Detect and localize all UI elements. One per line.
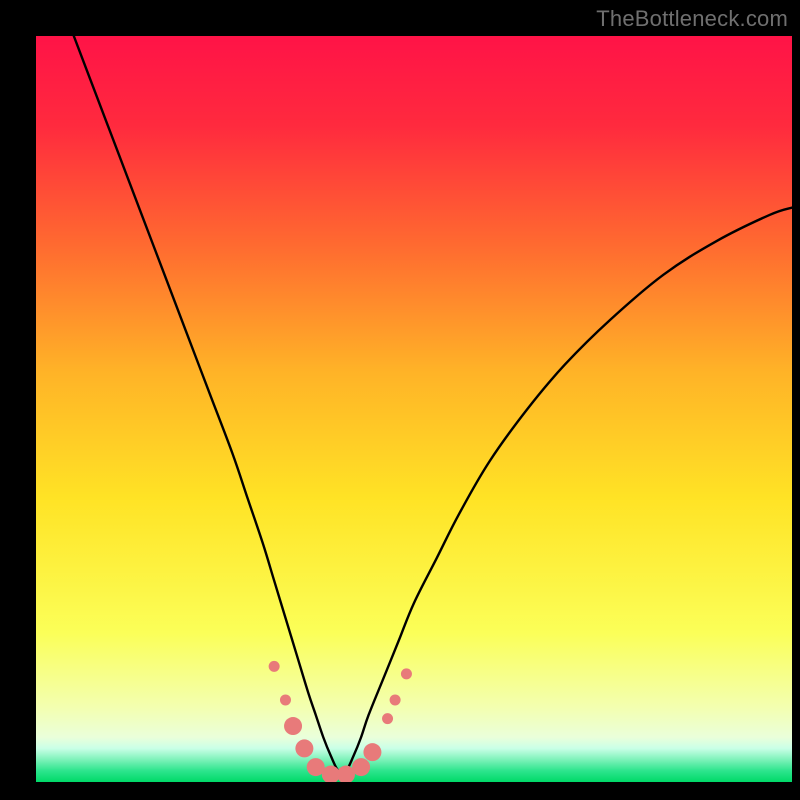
data-point	[352, 758, 370, 776]
data-point	[280, 694, 291, 705]
chart-svg	[36, 36, 792, 782]
plot-area	[36, 36, 792, 782]
data-point	[401, 668, 412, 679]
data-point	[382, 713, 393, 724]
gradient-background	[36, 36, 792, 782]
watermark-text: TheBottleneck.com	[596, 6, 788, 32]
data-point	[284, 717, 302, 735]
data-point	[295, 739, 313, 757]
chart-frame: TheBottleneck.com	[0, 0, 800, 800]
data-point	[363, 743, 381, 761]
data-point	[269, 661, 280, 672]
data-point	[390, 694, 401, 705]
